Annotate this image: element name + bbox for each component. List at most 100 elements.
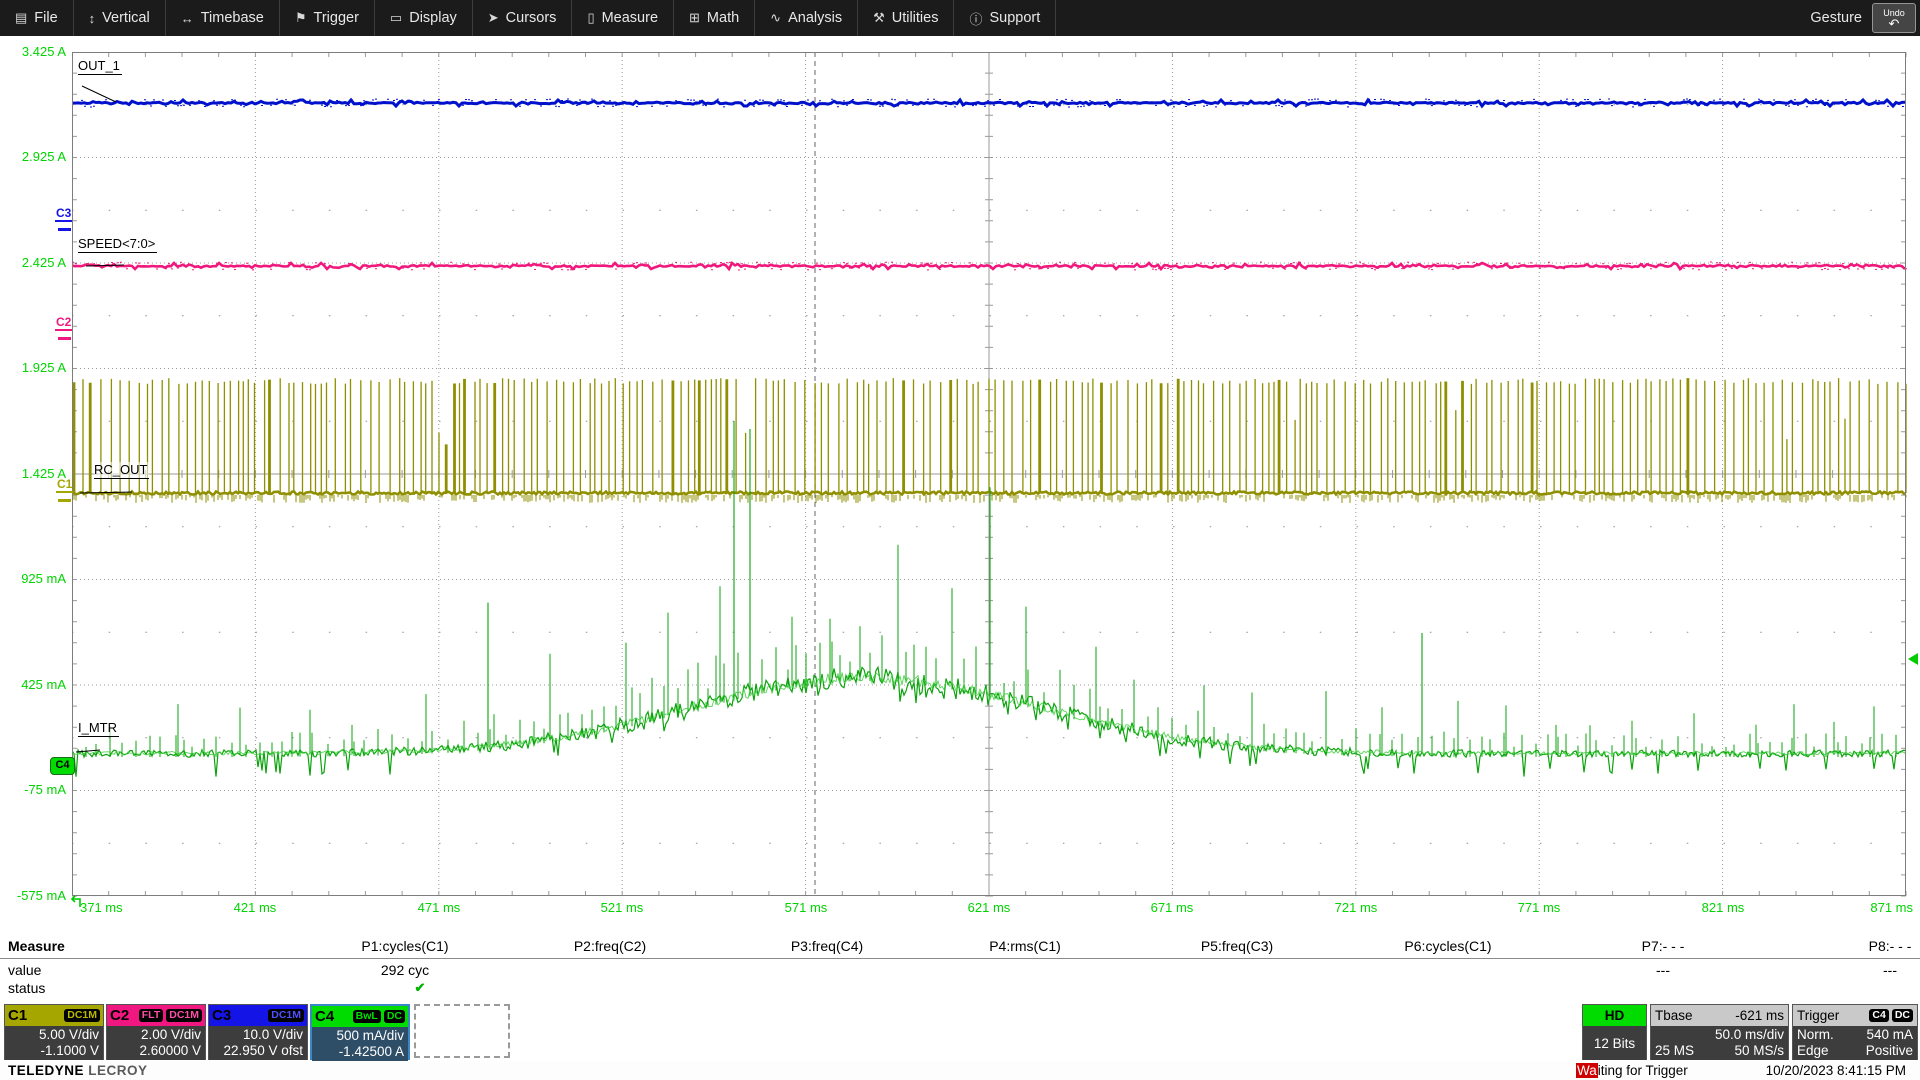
- menu-item-display-label: Display: [409, 10, 457, 26]
- measure-p8-value: ---: [1883, 962, 1897, 978]
- timebase-scale: 50.0 ms/div: [1715, 1027, 1784, 1043]
- trace-label-rcout: RC_OUT: [94, 462, 149, 479]
- trigger-box[interactable]: TriggerC4DC Norm.540 mA EdgePositive: [1792, 1004, 1918, 1060]
- c4-name: C4: [315, 1008, 334, 1025]
- c4-offset: -1.42500 A: [312, 1044, 404, 1060]
- menu-item-timebase-label: Timebase: [201, 10, 264, 26]
- x-axis-label: 471 ms: [418, 900, 461, 915]
- waveform-grid[interactable]: [72, 52, 1907, 897]
- trace-label-out1: OUT_1: [78, 58, 122, 75]
- c1-name: C1: [8, 1007, 27, 1024]
- descriptor-row: C1DC1M 5.00 V/div-1.1000 V C2FLTDC1M 2.0…: [0, 1002, 1920, 1062]
- trace-C4-spikes: [86, 545, 1896, 757]
- measure-p2-header[interactable]: P2:freq(C2): [574, 938, 646, 954]
- x-axis-label: 521 ms: [601, 900, 644, 915]
- x-axis-label: 371 ms: [80, 900, 123, 915]
- timebase-box[interactable]: Tbase-621 ms 50.0 ms/div 25 MS50 MS/s: [1650, 1004, 1789, 1060]
- menu-item-measure[interactable]: ▯Measure: [572, 0, 674, 36]
- measure-p4-header[interactable]: P4:rms(C1): [989, 938, 1061, 954]
- c2-coupling-badge: DC1M: [166, 1009, 202, 1022]
- timebase-samplerate: 50 MS/s: [1734, 1043, 1784, 1059]
- hd-bits: 12 Bits: [1587, 1027, 1642, 1060]
- channel-box-c4[interactable]: C4BwLDC 500 mA/div-1.42500 A: [310, 1004, 410, 1060]
- measure-p8-header[interactable]: P8:- - -: [1869, 938, 1912, 954]
- c2-filter-badge: FLT: [139, 1009, 163, 1022]
- support-icon: ⓘ: [969, 9, 982, 28]
- teledyne-lecroy-logo: TELEDYNE LECROY: [8, 1063, 148, 1078]
- menu-item-support-label: Support: [989, 10, 1040, 26]
- channel-box-c3[interactable]: C3DC1M 10.0 V/div22.950 V ofst: [208, 1004, 308, 1060]
- menu-item-display[interactable]: ▭Display: [375, 0, 473, 36]
- menu-item-timebase[interactable]: ↔Timebase: [166, 0, 280, 36]
- channel-marker-c4[interactable]: C4: [50, 757, 75, 775]
- c3-name: C3: [212, 1007, 231, 1024]
- channel-marker-c2[interactable]: C2: [55, 316, 72, 331]
- file-icon: ▤: [15, 10, 27, 26]
- brand-bold: TELEDYNE: [8, 1063, 84, 1078]
- trace-label-speed: SPEED<7:0>: [78, 236, 157, 253]
- c2-offset: 2.60000 V: [107, 1043, 201, 1059]
- timebase-memory: 25 MS: [1655, 1043, 1694, 1059]
- trigger-mode: Norm.: [1797, 1027, 1834, 1043]
- measure-p5-header[interactable]: P5:freq(C3): [1201, 938, 1273, 954]
- trace-label-imtr: I_MTR: [78, 720, 119, 737]
- menu-item-trigger[interactable]: ⚑ Trigger: [280, 0, 375, 36]
- menu-item-trigger-label: Trigger: [314, 10, 359, 26]
- undo-icon: ↶: [1873, 18, 1915, 30]
- y-axis-label: 425 mA: [0, 677, 66, 692]
- cursors-icon: ➤: [488, 10, 499, 26]
- trigger-level-arrow[interactable]: [1908, 653, 1918, 665]
- measure-p6-header[interactable]: P6:cycles(C1): [1404, 938, 1491, 954]
- y-axis-label: 1.925 A: [0, 360, 66, 375]
- menu-item-cursors[interactable]: ➤Cursors: [473, 0, 573, 36]
- y-axis-label: 2.925 A: [0, 149, 66, 164]
- measure-title: Measure: [8, 938, 65, 954]
- channel-box-c1[interactable]: C1DC1M 5.00 V/div-1.1000 V: [4, 1004, 104, 1060]
- trigger-time-arrow-icon: [68, 894, 84, 910]
- measure-value-row-label: value: [8, 962, 41, 978]
- y-axis-label: 3.425 A: [0, 44, 66, 59]
- channel-marker-c3[interactable]: C3: [55, 207, 72, 222]
- empty-channel-slot[interactable]: [414, 1004, 510, 1058]
- undo-button[interactable]: Undo↶: [1872, 3, 1916, 33]
- c3-offset: 22.950 V ofst: [209, 1043, 303, 1059]
- trigger-flag-icon: ⚑: [295, 10, 307, 26]
- measure-p1-header[interactable]: P1:cycles(C1): [361, 938, 448, 954]
- vertical-icon: ↕: [89, 11, 96, 26]
- channel-marker-c1[interactable]: C1: [56, 478, 73, 493]
- hd-box[interactable]: HD 12 Bits: [1582, 1004, 1647, 1060]
- c4-bandwidth-badge: BwL: [353, 1010, 381, 1023]
- menu-item-file-label: File: [34, 10, 57, 26]
- x-axis-label: 621 ms: [968, 900, 1011, 915]
- trigger-source-badge: C4: [1869, 1009, 1888, 1022]
- measure-icon: ▯: [587, 10, 594, 26]
- trigger-kind: Edge: [1797, 1043, 1829, 1059]
- y-axis-label: 2.425 A: [0, 255, 66, 270]
- menu-item-vertical[interactable]: ↕Vertical: [74, 0, 166, 36]
- c2-scale: 2.00 V/div: [107, 1027, 201, 1043]
- timebase-title: Tbase: [1655, 1008, 1693, 1023]
- channel-box-c2[interactable]: C2FLTDC1M 2.00 V/div2.60000 V: [106, 1004, 206, 1060]
- c4-coupling-badge: DC: [384, 1010, 405, 1023]
- x-axis-label: 671 ms: [1151, 900, 1194, 915]
- measure-p1-status-check-icon: ✔: [415, 980, 426, 996]
- datetime: 10/20/2023 8:41:15 PM: [1766, 1063, 1906, 1078]
- trigger-slope: Positive: [1866, 1043, 1913, 1059]
- measure-p3-header[interactable]: P3:freq(C4): [791, 938, 863, 954]
- menu-item-utilities[interactable]: ⚒Utilities: [858, 0, 954, 36]
- measure-p7-header[interactable]: P7:- - -: [1642, 938, 1685, 954]
- hd-label: HD: [1583, 1005, 1646, 1026]
- channel-marker-c3-tick: [58, 228, 71, 231]
- c1-scale: 5.00 V/div: [5, 1027, 99, 1043]
- analysis-icon: ∿: [770, 10, 781, 26]
- menu-item-file[interactable]: ▤ File: [0, 0, 74, 36]
- menu-item-math[interactable]: ⊞Math: [674, 0, 755, 36]
- menu-item-support[interactable]: ⓘ Support: [954, 0, 1056, 36]
- trigger-title: Trigger: [1797, 1008, 1839, 1023]
- trigger-status-highlight: Wa: [1576, 1063, 1598, 1078]
- math-icon: ⊞: [689, 10, 700, 26]
- x-axis-label: 821 ms: [1702, 900, 1745, 915]
- trace-label-leader-lines: [76, 86, 132, 752]
- x-axis-label: 871 ms: [1870, 900, 1913, 915]
- menu-item-analysis[interactable]: ∿Analysis: [755, 0, 858, 36]
